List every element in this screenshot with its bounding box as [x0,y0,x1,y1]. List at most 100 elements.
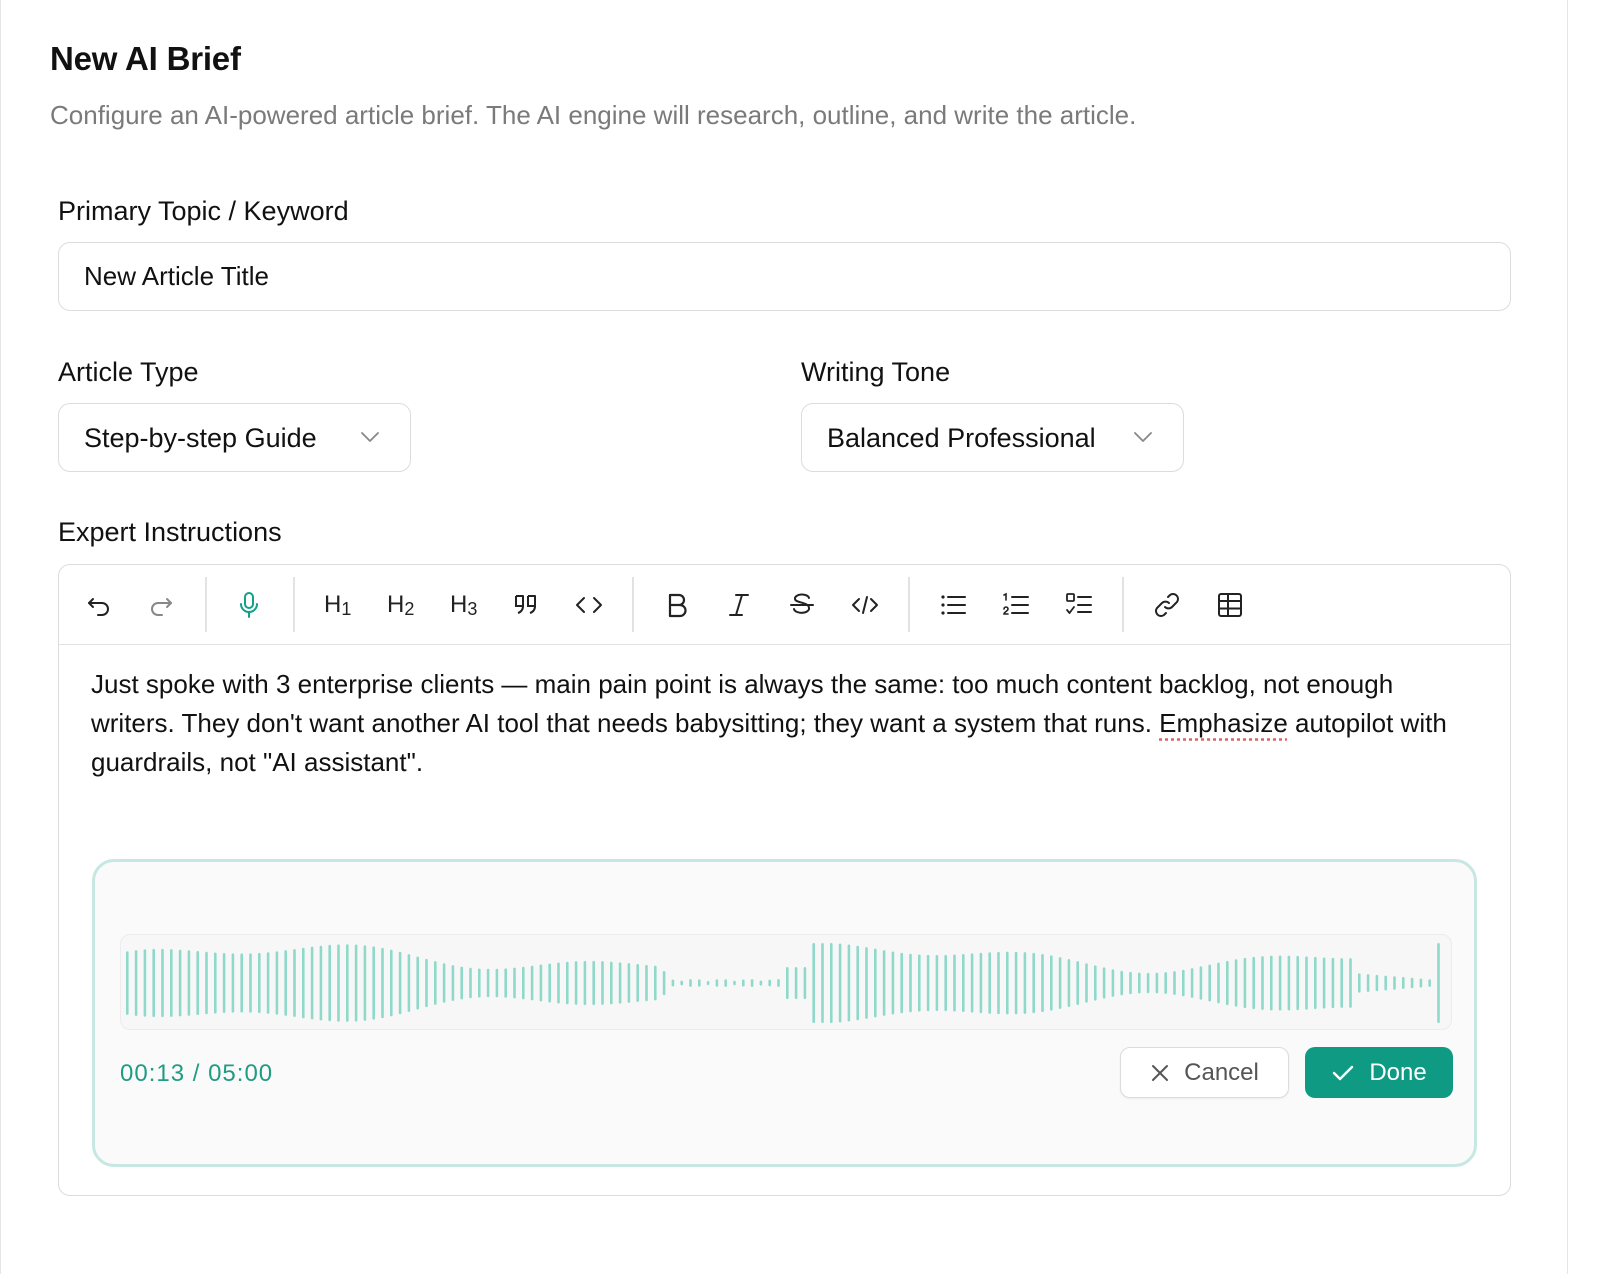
waveform-bar [557,962,560,1004]
done-recording-button[interactable]: Done [1305,1047,1453,1098]
waveform-bar [988,952,991,1014]
waveform-bar [152,948,155,1018]
heading-3-button[interactable]: H3 [450,587,477,623]
heading-3-level: 3 [467,599,478,619]
waveform-bar [1014,951,1018,1015]
code-block-button[interactable] [571,587,607,623]
undo-button[interactable] [81,587,117,623]
waveform-bar [266,952,270,1014]
waveform-bar [724,979,727,987]
heading-1-button[interactable]: H1 [324,587,351,623]
waveform-bar [1287,955,1291,1011]
waveform-bar [548,963,551,1003]
waveform-bar [1358,973,1361,993]
waveform-bar [134,950,138,1016]
waveform-bar [530,965,534,1001]
waveform-bar [1173,971,1176,995]
waveform-bar [715,979,719,987]
heading-1-letter: H [324,591,342,618]
strikethrough-button[interactable] [784,587,820,623]
waveform-bar [310,946,314,1020]
waveform-bar [759,980,763,986]
bold-icon [668,593,687,618]
waveform-bar [566,961,569,1005]
chevron-down-icon [1134,432,1152,442]
article-type-select[interactable]: Step-by-step Guide [58,403,411,472]
waveform-bar [865,947,868,1019]
writing-tone-select[interactable]: Balanced Professional [801,403,1184,472]
waveform-bar [1006,951,1009,1015]
toolbar-divider [908,577,910,632]
redo-button[interactable] [143,587,179,623]
toolbar-divider [632,577,634,632]
waveform-bar [539,964,543,1002]
waveform-bar [143,949,147,1017]
waveform-bar [451,965,455,1001]
instructions-editor[interactable]: H1 H2 H3 Just spoke with 3 enterprise cl… [58,564,1511,1196]
waveform-bar [1437,943,1440,1023]
task-list-button[interactable] [1061,587,1097,623]
waveform-bar [1208,964,1211,1002]
waveform-bar [1146,972,1150,994]
waveform-bar [196,950,199,1016]
waveform-bar [618,962,622,1004]
inline-code-button[interactable] [847,587,883,623]
waveform-bar [398,951,402,1015]
waveform-bar [812,943,815,1023]
waveform-bar [425,958,428,1008]
waveform-bar [1138,972,1141,994]
waveform-bar [1085,963,1088,1003]
waveform-bar [874,948,877,1018]
instructions-text[interactable]: Just spoke with 3 enterprise clients — m… [91,665,1471,782]
waveform-bar [1234,959,1238,1007]
waveform-bar [1349,958,1352,1008]
waveform-bar [970,953,974,1013]
waveform-bar [1129,971,1132,995]
waveform-bar [1076,961,1079,1005]
cancel-recording-button[interactable]: Cancel [1120,1047,1289,1098]
waveform-bar [909,953,912,1013]
toolbar-divider [205,577,207,632]
table-button[interactable] [1212,587,1248,623]
bullet-list-button[interactable] [935,587,971,623]
waveform-bar [610,961,613,1005]
chevron-down-icon [361,432,379,442]
waveform-bar [1261,956,1264,1010]
italic-button[interactable] [721,587,757,623]
waveform-bar [583,960,587,1006]
waveform-bar [1155,972,1159,994]
bold-button[interactable] [659,587,695,623]
redo-icon [151,598,172,616]
waveform-bar [319,945,323,1021]
link-button[interactable] [1149,587,1185,623]
italic-icon [729,594,749,616]
waveform-bar [284,950,287,1016]
undo-icon [88,598,109,616]
waveform-bar [222,953,226,1013]
waveform-bar [513,967,516,999]
waveform-bar [1366,974,1370,992]
toolbar-divider [1122,577,1124,632]
blockquote-button[interactable] [508,587,544,623]
recording-timer: 00:13 / 05:00 [120,1060,273,1088]
waveform-bar [601,961,604,1005]
waveform-bar [592,960,595,1006]
waveform-bar [891,951,895,1015]
voice-record-button[interactable] [231,587,267,623]
waveform-bar [574,961,578,1005]
waveform-bar [1331,957,1335,1009]
waveform-bar [750,979,754,987]
voice-recorder-panel: 00:13 / 05:00 Cancel Done [92,859,1477,1167]
heading-2-button[interactable]: H2 [387,587,414,623]
ordered-list-button[interactable] [998,587,1034,623]
check-icon [1333,1065,1354,1080]
waveform-bar [1094,965,1097,1001]
waveform-bar [390,949,393,1017]
waveform-bar [926,954,930,1012]
topic-label: Primary Topic / Keyword [58,196,349,226]
waveform-bar [645,964,648,1002]
table-icon [1218,593,1242,617]
waveform-bar [1340,958,1343,1008]
topic-input[interactable]: New Article Title [58,242,1511,311]
quote-icon [515,595,536,614]
